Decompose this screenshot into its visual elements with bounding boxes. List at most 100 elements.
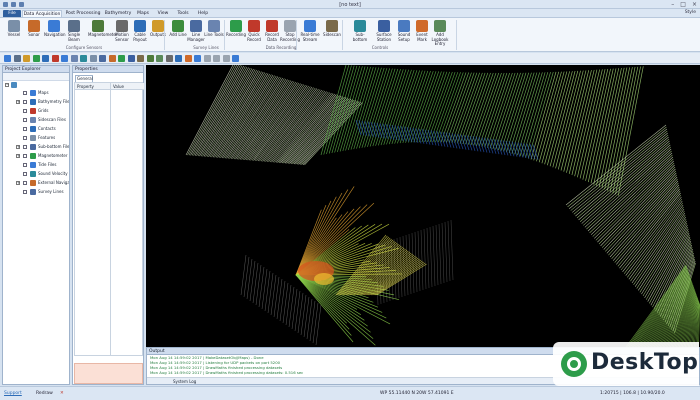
toolbar-icon[interactable] bbox=[232, 55, 239, 62]
toolbar-icon[interactable] bbox=[184, 55, 192, 62]
layer-checkbox[interactable] bbox=[23, 91, 27, 95]
swath-rib bbox=[386, 69, 412, 145]
tree-item[interactable]: Sidescan Files bbox=[3, 116, 69, 124]
toolbar-icon[interactable] bbox=[213, 55, 220, 62]
toolbar-icon[interactable] bbox=[32, 55, 40, 62]
toolbar-icon[interactable] bbox=[146, 55, 154, 62]
tree-item[interactable]: Grids bbox=[3, 107, 69, 115]
tab-general[interactable]: General bbox=[75, 75, 93, 82]
layer-checkbox[interactable] bbox=[23, 181, 27, 185]
expand-icon[interactable]: + bbox=[16, 100, 20, 104]
ribbon-button[interactable]: Quick Record bbox=[244, 20, 264, 42]
ribbon-button[interactable]: Real-time Stream bbox=[300, 20, 320, 42]
tab-post-processing[interactable]: Post Processing bbox=[64, 10, 102, 17]
tab-maps[interactable]: Maps bbox=[134, 10, 152, 17]
ribbon-button[interactable]: Add Line bbox=[168, 20, 188, 38]
toolbar-icon[interactable] bbox=[137, 55, 144, 62]
ribbon-button[interactable]: Sound Setup bbox=[394, 20, 414, 42]
layer-checkbox[interactable] bbox=[23, 118, 27, 122]
ribbon-button[interactable]: Stop Recording bbox=[280, 20, 300, 42]
layer-checkbox[interactable] bbox=[23, 145, 27, 149]
expand-icon[interactable]: + bbox=[16, 154, 20, 158]
ribbon-button[interactable]: Motion Sensor bbox=[112, 20, 132, 42]
toolbar-icon[interactable] bbox=[108, 55, 116, 62]
toolbar-icon[interactable] bbox=[4, 55, 11, 62]
maximize-button[interactable]: □ bbox=[680, 1, 686, 8]
layer-checkbox[interactable] bbox=[23, 163, 27, 167]
tab-system-log[interactable]: System Log bbox=[173, 379, 196, 384]
tree-item[interactable]: Contacts bbox=[3, 125, 69, 133]
tab-tools[interactable]: Tools bbox=[174, 10, 192, 17]
ribbon-button[interactable]: Sonar bbox=[24, 20, 44, 38]
layer-checkbox[interactable] bbox=[23, 154, 27, 158]
tab-data-acquisition[interactable]: Data Acquisition bbox=[22, 10, 62, 17]
layer-checkbox[interactable] bbox=[23, 127, 27, 131]
layer-checkbox[interactable] bbox=[23, 136, 27, 140]
ribbon-button[interactable]: Line Manager bbox=[186, 20, 206, 42]
tree-item[interactable]: Tide Files bbox=[3, 161, 69, 169]
ribbon-button[interactable]: Sub-bottom bbox=[350, 20, 370, 42]
tab-bathymetry[interactable]: Bathymetry bbox=[104, 10, 132, 17]
stop-icon[interactable]: ✕ bbox=[60, 390, 64, 397]
toolbar-icon[interactable] bbox=[99, 55, 106, 62]
tab-view[interactable]: View bbox=[154, 10, 172, 17]
ribbon-button-icon bbox=[434, 20, 446, 32]
tree-item[interactable]: Maps bbox=[3, 89, 69, 97]
ribbon-button[interactable]: Recording bbox=[226, 20, 246, 38]
bathymetry-point-cloud[interactable] bbox=[146, 65, 700, 347]
ribbon-button[interactable]: Sidescan bbox=[322, 20, 342, 38]
layer-checkbox[interactable] bbox=[23, 109, 27, 113]
toolbar-icon[interactable] bbox=[203, 55, 211, 62]
ribbon-button[interactable]: Add Logbook Entry bbox=[430, 20, 450, 47]
tree-root[interactable]: − bbox=[3, 81, 69, 89]
toolbar-icon[interactable] bbox=[13, 55, 21, 62]
ribbon-button[interactable]: Surface Station bbox=[374, 20, 394, 42]
tree-item[interactable]: + External Navigation bbox=[3, 179, 69, 187]
toolbar-icon[interactable] bbox=[61, 55, 68, 62]
ribbon-button[interactable]: Line Tools bbox=[204, 20, 224, 38]
ribbon-button-icon bbox=[190, 20, 202, 32]
tree-item[interactable]: + Magnetometer Files bbox=[3, 152, 69, 160]
ribbon-button[interactable]: Record Data bbox=[262, 20, 282, 42]
ribbon-button[interactable]: Outputs bbox=[148, 20, 168, 38]
toolbar-icon[interactable] bbox=[127, 55, 135, 62]
toolbar-icon[interactable] bbox=[175, 55, 182, 62]
style-menu[interactable]: Style bbox=[685, 10, 696, 15]
toolbar-icon[interactable] bbox=[80, 55, 87, 62]
toolbar-icon[interactable] bbox=[51, 55, 59, 62]
tree-item[interactable]: Features bbox=[3, 134, 69, 142]
redraw-button[interactable]: Redraw bbox=[36, 390, 53, 397]
collapse-icon[interactable]: − bbox=[5, 83, 9, 87]
tab-help[interactable]: Help bbox=[194, 10, 212, 17]
close-button[interactable]: × bbox=[692, 1, 697, 8]
ribbon-group-label: Configure Sensors bbox=[65, 45, 103, 50]
toolbar-icon[interactable] bbox=[165, 55, 173, 62]
toolbar-icon[interactable] bbox=[118, 55, 125, 62]
ribbon-button[interactable]: Event Mark bbox=[412, 20, 432, 42]
toolbar-icon[interactable] bbox=[194, 55, 201, 62]
layer-checkbox[interactable] bbox=[23, 100, 27, 104]
toolbar-icon[interactable] bbox=[70, 55, 78, 62]
ribbon-button[interactable]: Navigation bbox=[44, 20, 66, 38]
map-viewport[interactable] bbox=[146, 65, 700, 347]
ribbon-button[interactable]: Single Beam bbox=[64, 20, 84, 42]
toolbar-icon[interactable] bbox=[23, 55, 30, 62]
ribbon-button[interactable]: Cable Payout bbox=[130, 20, 150, 42]
tree-item[interactable]: Survey Lines bbox=[3, 188, 69, 196]
tree-item[interactable]: Sound Velocity Profiles bbox=[3, 170, 69, 178]
support-link[interactable]: Support bbox=[4, 390, 22, 397]
toolbar-icon[interactable] bbox=[156, 55, 163, 62]
tab-file[interactable]: File bbox=[3, 10, 21, 17]
toolbar-icon[interactable] bbox=[89, 55, 97, 62]
tree-item[interactable]: + Sub-bottom Files bbox=[3, 143, 69, 151]
expand-icon[interactable]: + bbox=[16, 145, 20, 149]
expand-icon[interactable]: + bbox=[16, 181, 20, 185]
toolbar-icon[interactable] bbox=[222, 55, 230, 62]
layer-checkbox[interactable] bbox=[23, 190, 27, 194]
toolbar-icon[interactable] bbox=[42, 55, 49, 62]
ribbon-button[interactable]: Vessel bbox=[4, 20, 24, 38]
minimize-button[interactable]: – bbox=[671, 1, 674, 8]
layer-checkbox[interactable] bbox=[23, 172, 27, 176]
tree-item[interactable]: + Bathymetry Files bbox=[3, 98, 69, 106]
ribbon-button[interactable]: Magnetometer bbox=[88, 20, 117, 38]
